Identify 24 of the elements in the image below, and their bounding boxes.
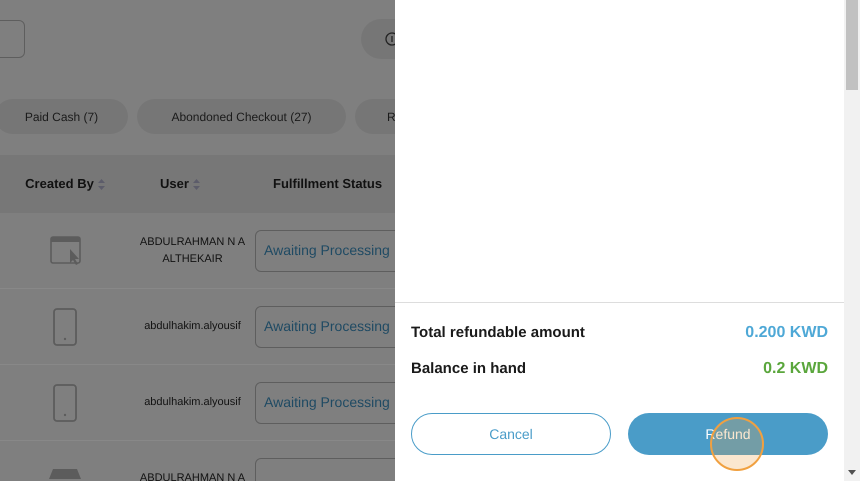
scrollbar[interactable] — [844, 0, 860, 481]
user-name: abdulhakim.alyousif — [143, 319, 242, 334]
cancel-button[interactable]: Cancel — [411, 413, 611, 455]
browser-cursor-icon — [50, 236, 80, 265]
user-name: abdulhakim.alyousif — [143, 395, 242, 410]
column-header[interactable]: Created By — [25, 174, 94, 194]
filter-chip[interactable]: R — [355, 99, 395, 134]
scroll-down-icon[interactable] — [848, 470, 856, 475]
sort-icon[interactable] — [192, 178, 200, 190]
filter-chip[interactable]: Abondoned Checkout (27) — [137, 99, 346, 134]
summary-label: Total refundable amount — [411, 322, 585, 343]
phone-icon — [53, 384, 77, 422]
column-header[interactable]: Fulfillment Status — [273, 174, 382, 194]
user-name: ABDULRAHMAN N A ALTHEKAIR — [138, 234, 246, 266]
sort-icon[interactable] — [98, 178, 105, 190]
summary-value: 0.2 KWD — [763, 359, 828, 379]
summary-label: Balance in hand — [411, 358, 526, 379]
info-icon — [385, 32, 395, 46]
filter-chip[interactable]: Paid Cash (7) — [0, 99, 128, 134]
phone-icon — [53, 308, 77, 346]
column-header[interactable]: User — [160, 174, 189, 194]
scrollbar-thumb[interactable] — [846, 0, 858, 90]
user-name: ABDULRAHMAN N A — [138, 471, 246, 481]
summary-value: 0.200 KWD — [745, 323, 828, 343]
